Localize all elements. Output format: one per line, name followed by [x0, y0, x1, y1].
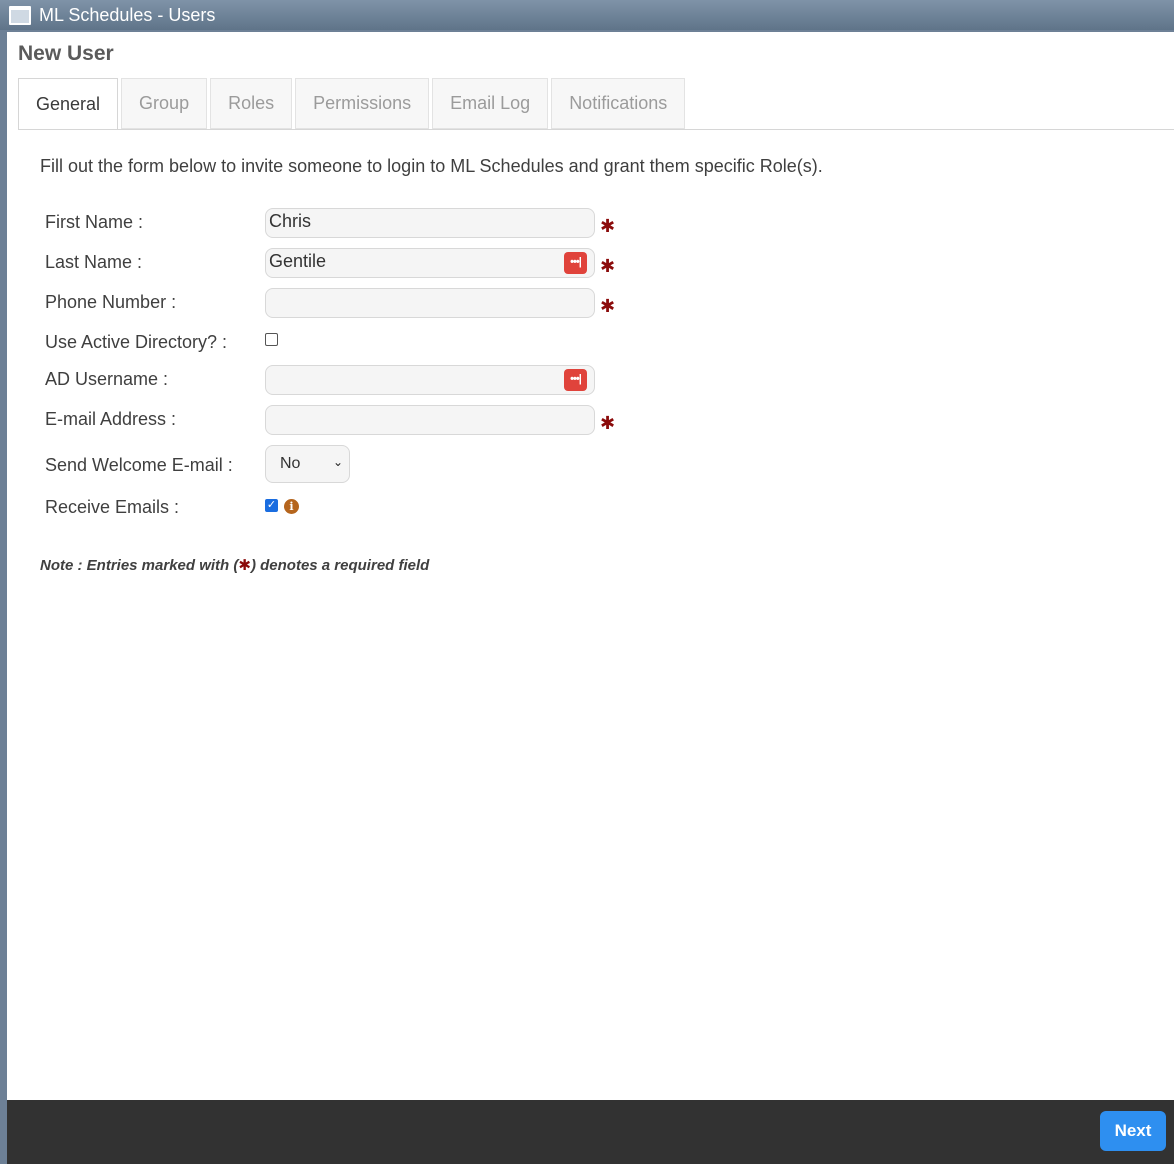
first-name-row: First Name : Chris ✱ [45, 208, 645, 238]
email-row: E-mail Address : ✱ [45, 405, 645, 435]
welcome-email-row: Send Welcome E-mail : No ⌄ [45, 445, 645, 485]
ad-username-input[interactable]: •••| [265, 365, 595, 395]
next-button[interactable]: Next [1100, 1111, 1166, 1151]
info-icon[interactable]: i [284, 499, 299, 514]
required-marker: ✱ [600, 413, 616, 433]
tab-notifications[interactable]: Notifications [551, 78, 686, 129]
tab-label: Email Log [450, 93, 531, 113]
tab-label: Group [139, 93, 190, 113]
phone-label: Phone Number : [45, 292, 177, 312]
required-marker: ✱ [600, 216, 616, 236]
tab-bar: General Group Roles Permissions Email Lo… [18, 78, 688, 130]
welcome-email-selected: No [280, 455, 301, 472]
tab-general[interactable]: General [18, 78, 119, 130]
first-name-input[interactable]: Chris [265, 208, 595, 238]
note-star: ✱ [238, 557, 251, 574]
required-marker: ✱ [600, 296, 616, 316]
tab-label: Notifications [569, 93, 668, 113]
tab-roles[interactable]: Roles [210, 78, 293, 129]
use-ad-checkbox[interactable] [265, 333, 278, 346]
receive-emails-row: Receive Emails : ✓ i [45, 497, 645, 527]
ad-username-label: AD Username : [45, 369, 169, 389]
tab-email-log[interactable]: Email Log [432, 78, 549, 129]
tab-label: Roles [228, 93, 275, 113]
page-title: New User [18, 42, 114, 65]
note-prefix: Note : Entries marked with ( [40, 557, 239, 574]
required-note: Note : Entries marked with (✱) denotes a… [40, 556, 429, 574]
welcome-email-label: Send Welcome E-mail : [45, 455, 233, 475]
password-manager-icon[interactable]: •••| [564, 369, 587, 391]
window-title: ML Schedules - Users [39, 4, 216, 25]
chevron-down-icon: ⌄ [332, 455, 343, 469]
tab-label: General [36, 93, 101, 114]
email-label: E-mail Address : [45, 409, 177, 429]
last-name-label: Last Name : [45, 252, 143, 272]
welcome-email-select[interactable]: No ⌄ [265, 445, 350, 483]
intro-text: Fill out the form below to invite someon… [40, 156, 823, 176]
tab-group[interactable]: Group [121, 78, 208, 129]
tab-permissions[interactable]: Permissions [295, 78, 430, 129]
phone-row: Phone Number : ✱ [45, 288, 645, 318]
note-suffix: ) denotes a required field [250, 557, 430, 574]
receive-emails-label: Receive Emails : [45, 497, 180, 517]
last-name-input[interactable]: Gentile •••| [265, 248, 595, 278]
use-ad-row: Use Active Directory? : [45, 328, 645, 358]
last-name-row: Last Name : Gentile •••| ✱ [45, 248, 645, 278]
password-manager-icon[interactable]: •••| [564, 252, 587, 274]
main-panel: New User General Group Roles Permissions… [7, 32, 1174, 1100]
ad-username-row: AD Username : •••| [45, 365, 645, 395]
first-name-label: First Name : [45, 212, 144, 232]
footer-bar: Next [7, 1100, 1174, 1164]
receive-emails-checkbox[interactable]: ✓ [265, 499, 278, 512]
window-titlebar: ML Schedules - Users [0, 0, 1174, 30]
phone-input[interactable] [265, 288, 595, 318]
email-input[interactable] [265, 405, 595, 435]
tab-divider [18, 129, 1174, 130]
tab-label: Permissions [313, 93, 412, 113]
required-marker: ✱ [600, 256, 616, 276]
window-icon [9, 5, 31, 25]
last-name-value: Gentile [269, 251, 327, 271]
use-ad-label: Use Active Directory? : [45, 332, 228, 352]
